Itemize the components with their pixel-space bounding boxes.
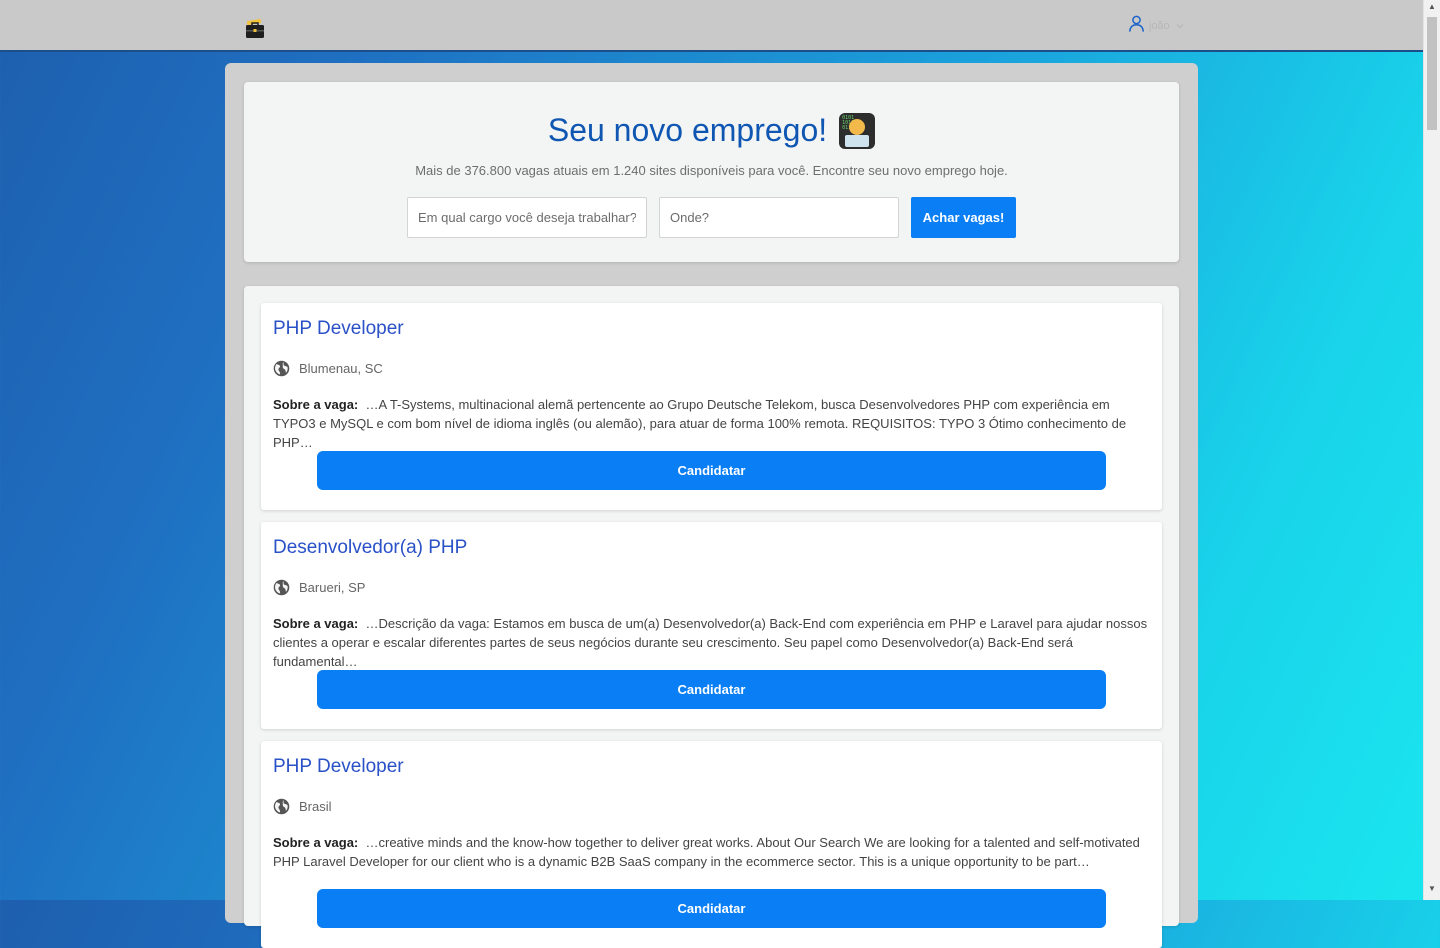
job-list: PHP Developer Blumenau, SC Sobre a vaga:… xyxy=(244,286,1179,948)
globe-icon xyxy=(273,798,290,815)
job-title-link[interactable]: PHP Developer xyxy=(273,756,404,778)
search-form: Achar vagas! xyxy=(407,197,1016,238)
job-location: Brasil xyxy=(273,798,332,815)
job-location: Blumenau, SC xyxy=(273,360,383,377)
top-navbar: joão xyxy=(0,0,1423,52)
user-icon xyxy=(1128,15,1145,37)
job-location-text: Barueri, SP xyxy=(299,580,366,595)
job-description-text: …creative minds and the know-how togethe… xyxy=(273,835,1140,869)
scrollbar-thumb[interactable] xyxy=(1427,17,1437,130)
job-description-text: …Descrição da vaga: Estamos em busca de … xyxy=(273,616,1148,669)
user-name: joão xyxy=(1149,20,1170,32)
job-description: Sobre a vaga: …Descrição da vaga: Estamo… xyxy=(273,614,1148,671)
apply-button[interactable]: Candidatar xyxy=(317,889,1106,928)
job-description: Sobre a vaga: …creative minds and the kn… xyxy=(273,833,1148,871)
hero-subtitle: Mais de 376.800 vagas atuais em 1.240 si… xyxy=(415,163,1008,178)
job-description-label: Sobre a vaga: xyxy=(273,616,359,631)
job-location-text: Blumenau, SC xyxy=(299,361,383,376)
globe-icon xyxy=(273,360,290,377)
main-panel: Seu novo emprego! 010110100110 Mais de 3… xyxy=(225,63,1198,948)
job-card: PHP Developer Brasil Sobre a vaga: …crea… xyxy=(261,741,1162,948)
job-title-link[interactable]: Desenvolvedor(a) PHP xyxy=(273,537,467,559)
job-location-text: Brasil xyxy=(299,799,332,814)
job-title-input[interactable] xyxy=(407,197,647,238)
search-jobs-button[interactable]: Achar vagas! xyxy=(911,197,1016,238)
job-card: PHP Developer Blumenau, SC Sobre a vaga:… xyxy=(261,303,1162,510)
job-description-label: Sobre a vaga: xyxy=(273,835,359,850)
hero-title-row: Seu novo emprego! 010110100110 xyxy=(244,112,1179,149)
location-input[interactable] xyxy=(659,197,899,238)
hero-search-box: Seu novo emprego! 010110100110 Mais de 3… xyxy=(244,82,1179,262)
apply-button[interactable]: Candidatar xyxy=(317,451,1106,490)
scroll-down-arrow-icon[interactable]: ▼ xyxy=(1424,884,1440,893)
job-location: Barueri, SP xyxy=(273,579,365,596)
user-menu[interactable]: joão xyxy=(1128,15,1184,37)
page-scrollbar[interactable]: ▲ ▼ xyxy=(1423,0,1440,900)
technologist-emoji-icon: 010110100110 xyxy=(839,112,876,149)
job-description-text: …A T-Systems, multinacional alemã perten… xyxy=(273,397,1127,450)
globe-icon xyxy=(273,579,290,596)
scroll-up-arrow-icon[interactable]: ▲ xyxy=(1424,2,1440,11)
page-title: Seu novo emprego! xyxy=(547,112,828,148)
chevron-down-icon xyxy=(1176,21,1184,31)
job-description: Sobre a vaga: …A T-Systems, multinaciona… xyxy=(273,395,1148,452)
job-card: Desenvolvedor(a) PHP Barueri, SP Sobre a… xyxy=(261,522,1162,729)
job-description-label: Sobre a vaga: xyxy=(273,397,359,412)
apply-button[interactable]: Candidatar xyxy=(317,670,1106,709)
briefcase-icon[interactable] xyxy=(245,18,265,40)
job-title-link[interactable]: PHP Developer xyxy=(273,318,404,340)
